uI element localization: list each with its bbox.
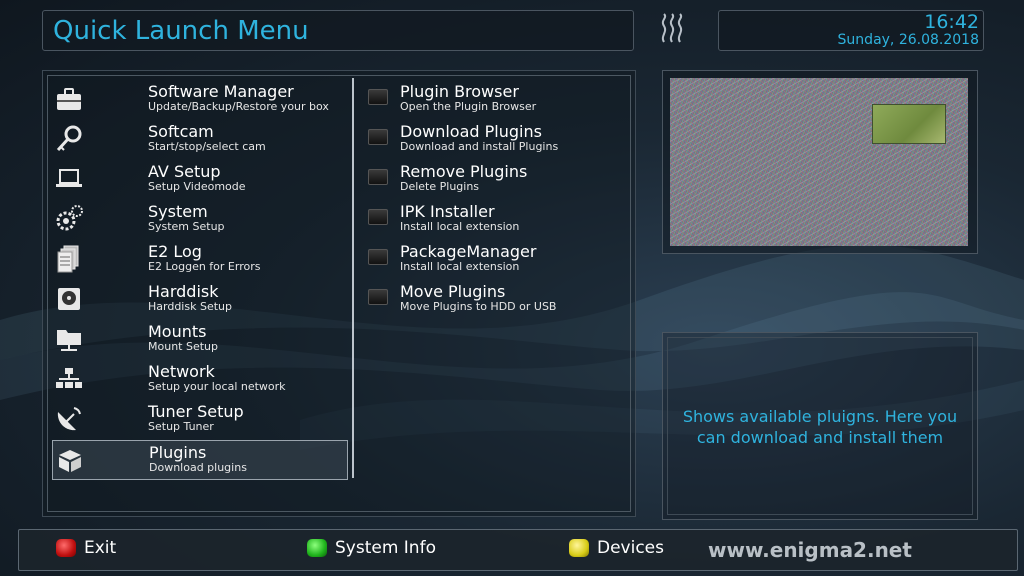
menu-item-label: Harddisk [148, 282, 219, 301]
plugin-item-download-plugins[interactable]: Download Plugins Download and install Pl… [368, 120, 628, 160]
log-pages-icon [57, 245, 79, 273]
tv-preview-pip [872, 104, 946, 144]
key-label: Devices [597, 538, 664, 558]
plugin-item-label: Download Plugins [400, 122, 542, 141]
plugin-item-icon [368, 289, 388, 305]
plugin-item-label: Remove Plugins [400, 162, 528, 181]
menu-item-mounts[interactable]: Mounts Mount Setup [52, 320, 348, 360]
menu-item-software-manager[interactable]: Software Manager Update/Backup/Restore y… [52, 80, 348, 120]
plugin-item-icon [368, 209, 388, 225]
title-bar: Quick Launch Menu [42, 10, 634, 51]
plugin-item-icon [368, 89, 388, 105]
menu-item-label: E2 Log [148, 242, 202, 261]
menu-item-label: Softcam [148, 122, 214, 141]
menu-item-tuner-setup[interactable]: Tuner Setup Setup Tuner [52, 400, 348, 440]
menu-item-description: Setup Videomode [148, 180, 246, 193]
plugin-item-description: Download and install Plugins [400, 140, 559, 153]
satellite-dish-icon [57, 407, 81, 431]
clock-date: Sunday, 26.08.2018 [837, 32, 979, 48]
menu-item-description: Update/Backup/Restore your box [148, 100, 329, 113]
menu-item-plugins[interactable]: Plugins Download plugins [52, 440, 348, 480]
plugin-item-icon [368, 249, 388, 265]
menu-item-av-setup[interactable]: AV Setup Setup Videomode [52, 160, 348, 200]
menu-item-description: Harddisk Setup [148, 300, 232, 313]
menu-item-label: Software Manager [148, 82, 294, 101]
plugin-item-label: Move Plugins [400, 282, 506, 301]
page-title: Quick Launch Menu [53, 16, 309, 46]
network-folder-icon [57, 330, 81, 351]
plugin-item-description: Install local extension [400, 220, 520, 233]
menu-item-description: Setup your local network [148, 380, 286, 393]
watermark: www.enigma2.net [708, 538, 912, 562]
menu-divider [352, 78, 354, 478]
menu-item-label: AV Setup [148, 162, 221, 181]
plugin-item-label: Plugin Browser [400, 82, 519, 101]
clock-bar: 16:42 Sunday, 26.08.2018 [718, 10, 984, 51]
key-label: System Info [335, 538, 436, 558]
key-label: Exit [84, 538, 117, 558]
description-text: Shows available pluigns. Here you can do… [682, 407, 958, 447]
laptop-icon [56, 169, 82, 187]
menu-item-description: Setup Tuner [148, 420, 214, 433]
menu-item-system[interactable]: System System Setup [52, 200, 348, 240]
plugin-item-plugin-browser[interactable]: Plugin Browser Open the Plugin Browser [368, 80, 628, 120]
yellow-button-icon [569, 539, 589, 557]
toolbox-icon [57, 88, 81, 110]
plugin-item-description: Open the Plugin Browser [400, 100, 537, 113]
heat-waves-logo-icon [661, 13, 683, 43]
plugin-item-icon [368, 129, 388, 145]
green-button-icon [307, 539, 327, 557]
menu-item-description: System Setup [148, 220, 225, 233]
red-button-icon [56, 539, 76, 557]
clock-time: 16:42 [924, 11, 979, 33]
menu-item-softcam[interactable]: Softcam Start/stop/select cam [52, 120, 348, 160]
menu-item-label: Plugins [149, 443, 207, 462]
plugin-item-description: Delete Plugins [400, 180, 480, 193]
plugin-item-label: PackageManager [400, 242, 537, 261]
menu-item-label: Tuner Setup [148, 402, 244, 421]
menu-item-harddisk[interactable]: Harddisk Harddisk Setup [52, 280, 348, 320]
menu-item-description: Start/stop/select cam [148, 140, 266, 153]
harddisk-icon [58, 288, 80, 310]
plugin-item-package-manager[interactable]: PackageManager Install local extension [368, 240, 628, 280]
key-icon [56, 125, 82, 152]
menu-item-network[interactable]: Network Setup your local network [52, 360, 348, 400]
menu-item-label: Mounts [148, 322, 207, 341]
menu-item-e2-log[interactable]: E2 Log E2 Loggen for Errors [52, 240, 348, 280]
gears-icon [56, 205, 83, 231]
plugin-item-move-plugins[interactable]: Move Plugins Move Plugins to HDD or USB [368, 280, 628, 320]
menu-item-description: Mount Setup [148, 340, 218, 353]
plugin-item-ipk-installer[interactable]: IPK Installer Install local extension [368, 200, 628, 240]
network-icon [56, 368, 82, 388]
menu-item-label: Network [148, 362, 215, 381]
plugin-box-icon [59, 450, 81, 472]
plugin-item-description: Move Plugins to HDD or USB [400, 300, 557, 313]
plugin-item-label: IPK Installer [400, 202, 495, 221]
menu-item-description: E2 Loggen for Errors [148, 260, 261, 273]
plugin-item-description: Install local extension [400, 260, 520, 273]
plugin-item-icon [368, 169, 388, 185]
plugin-item-remove-plugins[interactable]: Remove Plugins Delete Plugins [368, 160, 628, 200]
menu-item-label: System [148, 202, 208, 221]
menu-item-description: Download plugins [149, 461, 247, 474]
